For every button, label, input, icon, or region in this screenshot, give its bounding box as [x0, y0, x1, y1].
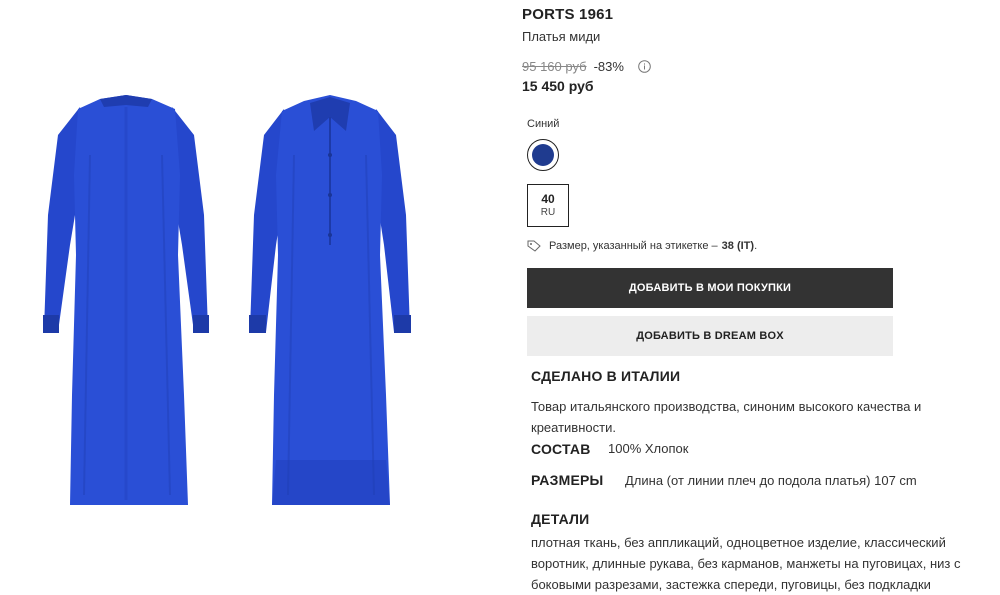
made-in-title: СДЕЛАНО В ИТАЛИИ: [531, 368, 681, 384]
add-to-dreambox-button[interactable]: ДОБАВИТЬ В DREAM BOX: [527, 316, 893, 356]
product-image-front[interactable]: [248, 95, 413, 510]
size-system: RU: [540, 207, 556, 218]
size-label-note: Размер, указанный на этикетке – 38 (IT) …: [527, 240, 757, 252]
details-text: плотная ткань, без аппликаций, одноцветн…: [531, 535, 961, 592]
discount-badge: -83%: [593, 59, 624, 74]
size-value: 40: [541, 192, 555, 206]
composition-title: СОСТАВ: [531, 441, 591, 457]
sizes-value: Длина (от линии плеч до подола платья) 1…: [625, 473, 917, 488]
product-category[interactable]: Платья миди: [522, 29, 600, 44]
made-in-text: Товар итальянского производства, синоним…: [531, 399, 922, 435]
old-price: 95 160 руб: [522, 59, 587, 74]
size-option-selected[interactable]: 40 RU: [527, 184, 569, 227]
color-swatch-selected[interactable]: [527, 139, 559, 171]
add-to-cart-button[interactable]: ДОБАВИТЬ В МОИ ПОКУПКИ: [527, 268, 893, 308]
brand-name[interactable]: PORTS 1961: [522, 6, 613, 23]
color-label: Синий: [527, 118, 560, 130]
price-row: 95 160 руб -83%: [522, 59, 651, 74]
size-note-text: Размер, указанный на этикетке –: [549, 240, 718, 252]
sizes-title: РАЗМЕРЫ: [531, 472, 604, 488]
current-price: 15 450 руб: [522, 78, 594, 94]
composition-value: 100% Хлопок: [608, 441, 689, 456]
dress-front-illustration: [249, 95, 411, 505]
color-swatch-fill: [532, 144, 554, 166]
dress-back-illustration: [43, 95, 209, 505]
tag-icon: [527, 240, 541, 252]
product-image-back[interactable]: [40, 95, 212, 510]
size-note-value: 38 (IT): [721, 240, 755, 252]
info-icon[interactable]: [638, 60, 651, 73]
details-title: ДЕТАЛИ: [531, 511, 590, 527]
size-note-suffix: .: [754, 240, 758, 252]
